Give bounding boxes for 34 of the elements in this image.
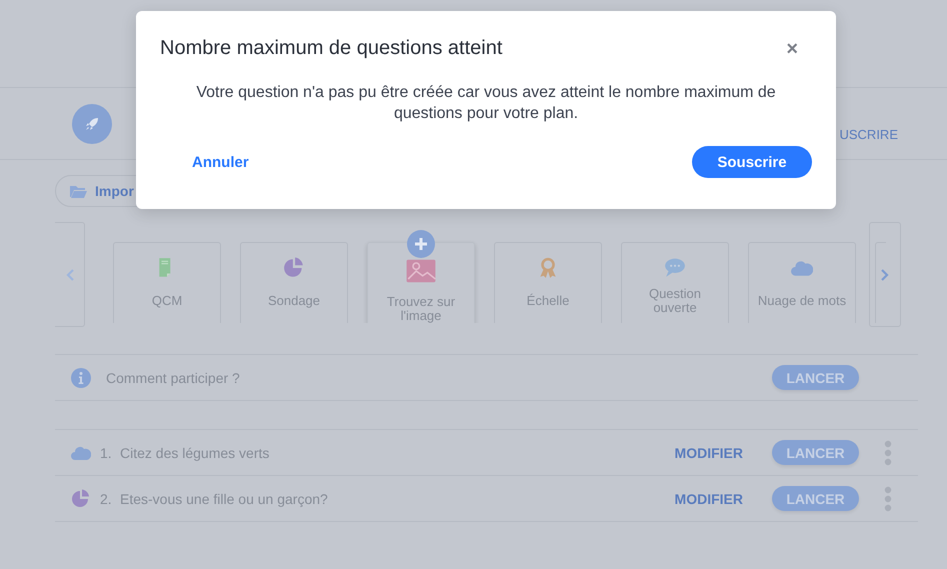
dialog-message: Votre question n'a pas pu être créée car vous avez atteint le nombre maximum de questions pour votre plan. [195, 83, 777, 124]
subscribe-link[interactable]: USCRIRE [839, 127, 898, 142]
subscribe-button[interactable]: Souscrire [692, 146, 812, 178]
question-type-tile[interactable]: Échelle [494, 242, 602, 323]
more-options-icon[interactable] [884, 440, 892, 466]
chat-bubble-icon [664, 257, 686, 279]
previous-arrow-button[interactable] [55, 222, 85, 327]
rocket-icon[interactable] [72, 104, 112, 144]
cancel-button[interactable]: Annuler [192, 154, 249, 170]
pie-chart-icon [71, 488, 91, 508]
help-link[interactable]: Comment participer ? [106, 370, 240, 386]
dialog-title: Nombre maximum de questions atteint [160, 37, 502, 60]
chevron-left-icon [66, 268, 74, 280]
question-title: Etes-vous une fille ou un garçon? [120, 490, 328, 506]
more-options-icon[interactable] [884, 486, 892, 512]
question-type-tile[interactable]: Question ouverte [621, 242, 729, 323]
launch-button[interactable]: LANCER [772, 365, 859, 390]
question-number: 2. [100, 490, 113, 506]
launch-button[interactable]: LANCER [772, 440, 859, 465]
edit-button[interactable]: MODIFIER [674, 444, 743, 460]
folder-icon [70, 184, 87, 198]
close-button[interactable]: × [786, 38, 812, 58]
next-arrow-button[interactable] [869, 222, 901, 327]
question-type-tile[interactable]: QCM [113, 242, 221, 323]
question-type-tile[interactable]: Sondage [240, 242, 348, 323]
question-number: 1. [100, 444, 113, 460]
question-type-tile[interactable]: Nuage de mots [748, 242, 856, 323]
edit-button[interactable]: MODIFIER [674, 490, 743, 506]
pie-chart-icon [283, 257, 305, 279]
question-title: Citez des légumes verts [120, 444, 270, 460]
info-icon [71, 368, 91, 388]
plus-icon[interactable] [407, 230, 435, 258]
chevron-right-icon [881, 268, 889, 280]
launch-button[interactable]: LANCER [772, 486, 859, 511]
